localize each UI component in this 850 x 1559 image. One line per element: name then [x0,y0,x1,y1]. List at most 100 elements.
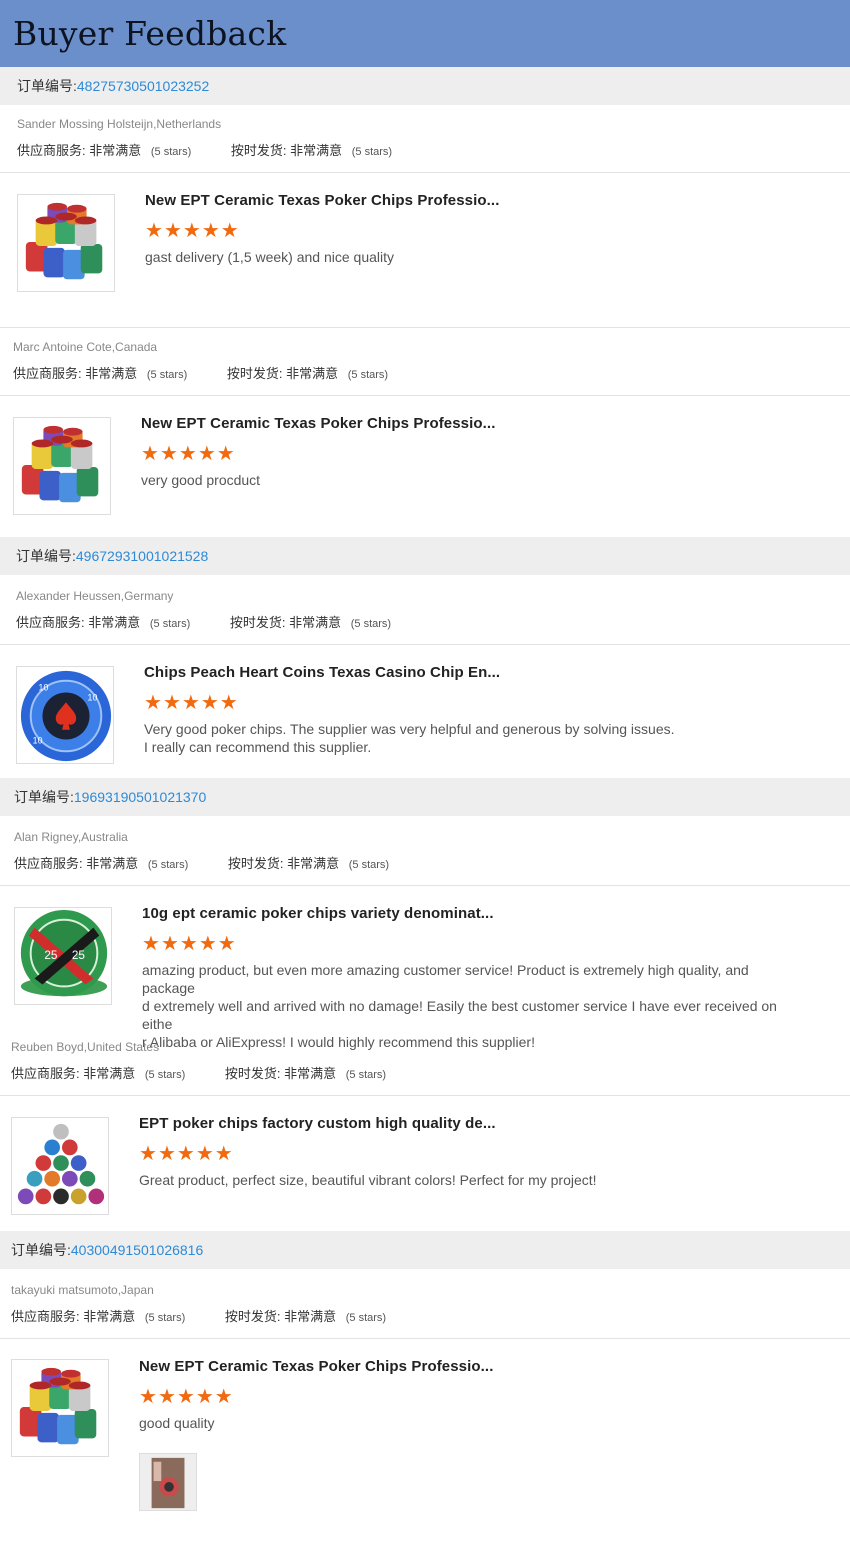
star-icon: ★ [145,220,163,242]
star-rating: ★★★★★ [139,1143,234,1165]
order-number-link[interactable]: 48275730501023252 [77,78,209,94]
buyer-name: Alexander Heussen,Germany [16,589,174,603]
green-25-chip-icon [15,908,112,1005]
star-icon: ★ [139,1143,157,1165]
supplier-service-label: 供应商服务: [16,615,85,630]
divider [0,1338,850,1339]
star-icon: ★ [197,443,216,465]
hand-holding-chip-photo-icon [140,1454,197,1511]
buyer-name: Sander Mossing Holsteijn,Netherlands [17,117,222,131]
star-icon: ★ [162,692,181,714]
star-rating: ★★★★★ [144,692,239,714]
on-time-stars: (5 stars) [347,369,389,381]
order-header: 订单编号: 48275730501023252 [0,67,850,105]
on-time-value: 非常满意 [284,1066,337,1081]
star-icon: ★ [176,1143,195,1165]
star-rating: ★★★★★ [139,1386,234,1408]
supplier-service-label: 供应商服务: [17,143,86,158]
divider [0,327,850,328]
product-title-link[interactable]: Chips Peach Heart Coins Texas Casino Chi… [144,664,500,681]
divider [0,644,850,645]
star-rating: ★★★★★ [142,933,237,955]
comment-line: Great product, perfect size, beautiful v… [139,1172,597,1188]
review-comment: amazing product, but even more amazing c… [142,961,797,1051]
order-label: 订单编号: [14,789,74,805]
on-time-stars: (5 stars) [345,1312,387,1324]
star-icon: ★ [144,692,162,714]
order-header: 订单编号: 49672931001021528 [0,537,850,575]
supplier-service-stars: (5 stars) [144,1069,186,1081]
star-icon: ★ [201,220,220,242]
supplier-service-label: 供应商服务: [13,366,82,381]
star-icon: ★ [195,1143,214,1165]
buyer-name: takayuki matsumoto,Japan [11,1283,154,1297]
product-title-link[interactable]: 10g ept ceramic poker chips variety deno… [142,905,494,922]
product-title-link[interactable]: New EPT Ceramic Texas Poker Chips Profes… [139,1358,493,1375]
on-time-label: 按时发货: [230,143,287,158]
on-time-label: 按时发货: [227,856,284,871]
product-thumbnail[interactable] [13,417,111,515]
supplier-service-stars: (5 stars) [146,369,188,381]
comment-line: d extremely well and arrived with no dam… [142,998,777,1032]
supplier-service-stars: (5 stars) [150,146,192,158]
star-icon: ★ [163,220,182,242]
star-icon: ★ [178,443,197,465]
product-thumbnail[interactable] [17,194,115,292]
poker-chip-stacks-icon [12,1360,109,1457]
comment-line: Very good poker chips. The supplier was … [144,721,675,737]
star-icon: ★ [176,1386,195,1408]
star-icon: ★ [198,933,217,955]
product-thumbnail[interactable] [11,1117,109,1215]
star-icon: ★ [181,692,200,714]
order-label: 订单编号: [11,1242,71,1258]
divider [0,885,850,886]
buyer-name: Marc Antoine Cote,Canada [13,340,158,354]
star-icon: ★ [220,220,239,242]
on-time-value: 非常满意 [286,366,339,381]
star-icon: ★ [139,1386,157,1408]
product-title-link[interactable]: New EPT Ceramic Texas Poker Chips Profes… [141,415,495,432]
product-thumbnail[interactable] [16,666,114,764]
star-icon: ★ [182,220,201,242]
supplier-service-value: 非常满意 [83,1066,136,1081]
star-icon: ★ [141,443,159,465]
star-icon: ★ [217,933,236,955]
buyer-name: Reuben Boyd,United States [11,1040,160,1054]
star-icon: ★ [160,933,179,955]
product-title-link[interactable]: New EPT Ceramic Texas Poker Chips Profes… [145,192,499,209]
product-thumbnail[interactable] [11,1359,109,1457]
order-label: 订单编号: [16,548,76,564]
buyer-name: Alan Rigney,Australia [14,830,128,844]
comment-line: r Alibaba or AliExpress! I would highly … [142,1034,535,1050]
on-time-stars: (5 stars) [351,146,393,158]
star-icon: ★ [214,1386,233,1408]
order-header: 订单编号: 40300491501026816 [0,1231,850,1269]
star-rating: ★★★★★ [145,220,240,242]
review-comment: gast delivery (1,5 week) and nice qualit… [145,248,800,266]
on-time-value: 非常满意 [287,856,340,871]
comment-line: gast delivery (1,5 week) and nice qualit… [145,249,395,265]
product-title-link[interactable]: EPT poker chips factory custom high qual… [139,1115,496,1132]
supplier-service-label: 供应商服务: [11,1309,80,1324]
rating-row: 供应商服务: 非常满意 (5 stars) 按时发货: 非常满意 (5 star… [17,140,392,159]
order-number-link[interactable]: 40300491501026816 [71,1242,203,1258]
chip-pyramid-icon [12,1118,109,1215]
on-time-value: 非常满意 [289,615,342,630]
review-photo-thumbnail[interactable] [139,1453,197,1511]
star-icon: ★ [200,692,219,714]
on-time-stars: (5 stars) [350,618,392,630]
poker-chip-stacks-icon [14,418,111,515]
order-header: 订单编号: 19693190501021370 [0,778,850,816]
star-icon: ★ [157,1143,176,1165]
blue-spade-chip-icon [17,667,114,764]
order-number-link[interactable]: 49672931001021528 [76,548,208,564]
on-time-label: 按时发货: [224,1066,281,1081]
poker-chip-stacks-icon [18,195,115,292]
review-comment: good quality [139,1414,794,1432]
comment-line: good quality [139,1415,215,1431]
supplier-service-stars: (5 stars) [149,618,191,630]
order-number-link[interactable]: 19693190501021370 [74,789,206,805]
product-thumbnail[interactable] [14,907,112,1005]
review-comment: Great product, perfect size, beautiful v… [139,1171,794,1189]
divider [0,1095,850,1096]
